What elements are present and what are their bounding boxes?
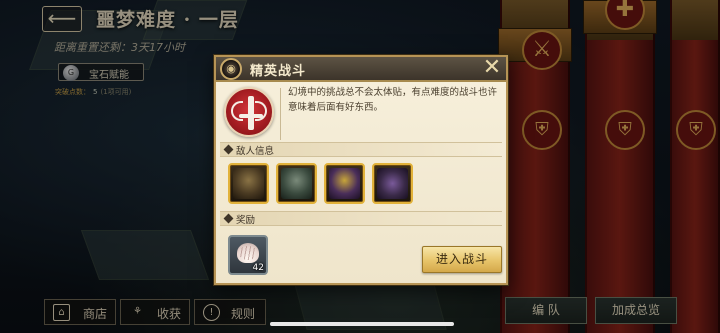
badge-guard — [239, 114, 263, 118]
description-divider — [280, 88, 281, 140]
enemy-slot-2[interactable] — [276, 163, 317, 204]
enter-battle-button[interactable]: 进入战斗 — [422, 246, 502, 273]
dialog-header: ◉ 精英战斗 ✕ — [216, 57, 506, 82]
enemy-slot-1[interactable] — [228, 163, 269, 204]
close-icon: ✕ — [482, 55, 502, 80]
enemy-info-section: 敌人信息 — [220, 142, 502, 157]
enemy-portrait-rider — [281, 168, 312, 199]
section-marker-icon — [223, 213, 234, 224]
enemy-info-label: 敌人信息 — [236, 146, 275, 157]
battle-description: 幻境中的挑战总不会太体贴，有点难度的战斗也许意味着后面有好东西。 — [288, 87, 498, 113]
enemy-portrait-knight — [233, 168, 264, 199]
dialog-title: 精英战斗 — [250, 64, 307, 79]
enemy-portrait-demon — [329, 168, 360, 199]
elite-battle-dialog: ◉ 精英战斗 ✕ 幻境中的挑战总不会太体贴，有点难度的战斗也许意味着后面有好东西… — [214, 55, 508, 285]
reward-label: 奖励 — [236, 215, 256, 226]
elite-sword-badge-icon — [224, 87, 274, 137]
badge-wing — [255, 101, 267, 121]
dialog-emblem-icon: ◉ — [220, 58, 242, 80]
reward-item-slot[interactable]: 42 — [228, 235, 268, 275]
section-marker-icon — [223, 144, 234, 155]
reward-section: 奖励 — [220, 211, 502, 226]
badge-sword — [248, 96, 254, 130]
badge-wing — [231, 101, 243, 121]
enemy-slot-4[interactable] — [372, 163, 413, 204]
enemy-slot-3[interactable] — [324, 163, 365, 204]
shell-ridges — [239, 246, 257, 260]
reward-count: 42 — [252, 263, 264, 273]
enemy-portrait-spider — [377, 168, 408, 199]
close-button[interactable]: ✕ — [480, 57, 504, 81]
home-indicator[interactable] — [270, 322, 454, 326]
